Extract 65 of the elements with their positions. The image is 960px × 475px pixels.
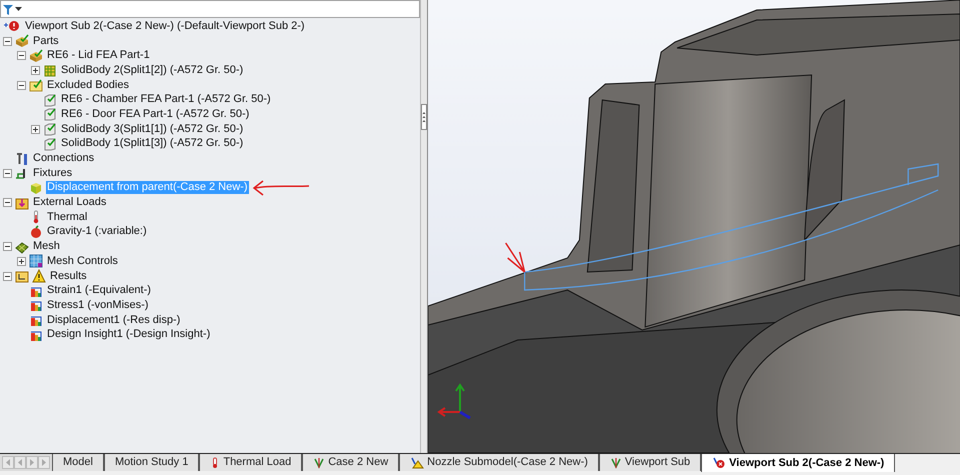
tree-item[interactable]: Displacement1 (-Res disp-) — [46, 314, 182, 327]
collapse-icon[interactable] — [3, 168, 12, 178]
apple-icon — [29, 224, 43, 239]
tree-item[interactable]: Connections — [32, 152, 96, 166]
filter-icon[interactable] — [3, 4, 13, 14]
cube-icon — [29, 180, 43, 195]
expand-icon[interactable] — [31, 124, 40, 134]
body-icon — [43, 107, 57, 122]
tree-item[interactable]: Gravity-1 (:variable:) — [46, 225, 148, 238]
study-tab[interactable]: Case 2 New — [302, 454, 400, 471]
study-tab[interactable]: Nozzle Submodel(-Case 2 New-) — [399, 454, 599, 471]
study-tab[interactable]: Motion Study 1 — [104, 454, 200, 471]
collapse-icon[interactable] — [17, 80, 26, 90]
tree-item[interactable]: SolidBody 2(Split1[2]) (-A572 Gr. 50-) — [60, 64, 244, 77]
caret-icon[interactable] — [15, 6, 22, 12]
tree-item[interactable]: SolidBody 3(Split1[1]) (-A572 Gr. 50-) — [60, 122, 244, 136]
collapse-icon[interactable] — [3, 36, 12, 46]
tree-item[interactable]: Mesh — [32, 240, 61, 254]
tree-item[interactable]: External Loads — [32, 196, 108, 210]
study-tab[interactable]: Viewport Sub 2(-Case 2 New-) — [701, 454, 896, 472]
connections-icon — [15, 152, 29, 166]
tree-item[interactable]: Excluded Bodies — [46, 78, 130, 92]
tree-item[interactable]: Design Insight1 (-Design Insight-) — [46, 328, 212, 342]
expand-icon[interactable] — [31, 66, 40, 75]
mesh-controls-icon — [29, 254, 43, 268]
annotation-arrow — [250, 180, 311, 196]
annotation-arrow — [504, 242, 526, 273]
tree-item[interactable]: SolidBody 1(Split1[3]) (-A572 Gr. 50-) — [60, 137, 244, 150]
study-error-icon — [3, 19, 21, 34]
warning-icon — [32, 269, 46, 284]
splitter-handle-icon[interactable] — [421, 104, 427, 130]
collapse-icon[interactable] — [17, 51, 26, 60]
body-icon — [43, 136, 57, 151]
body-icon — [43, 122, 57, 136]
expand-icon[interactable] — [17, 256, 26, 266]
tree-item[interactable]: Parts — [32, 34, 60, 48]
collapse-icon[interactable] — [3, 242, 12, 252]
loads-icon — [15, 196, 29, 210]
study-error-icon — [712, 457, 726, 469]
tree-item[interactable]: Thermal — [46, 210, 88, 224]
tree-item[interactable]: Fixtures — [32, 166, 74, 180]
study-tab[interactable]: Model — [52, 454, 104, 471]
study-icon — [313, 456, 326, 468]
tree-root[interactable]: Viewport Sub 2(-Case 2 New-) (-Default-Viewport Sub 2-) — [24, 18, 306, 35]
study-warning-icon — [410, 456, 424, 468]
tree-item[interactable]: RE6 - Chamber FEA Part-1 (-A572 Gr. 50-) — [60, 93, 272, 106]
tree-item[interactable]: Stress1 (-vonMises-) — [46, 298, 150, 312]
tree-item[interactable]: Mesh Controls — [46, 254, 119, 268]
body-icon — [43, 92, 57, 107]
study-tab[interactable]: Thermal Load — [199, 454, 302, 471]
parts-icon — [29, 48, 43, 63]
study-tab[interactable]: Viewport Sub — [598, 454, 702, 471]
tree-item[interactable]: RE6 - Lid FEA Part-1 — [46, 49, 151, 62]
body-icon — [43, 63, 57, 78]
collapse-icon[interactable] — [3, 272, 12, 281]
folder-icon — [29, 78, 43, 92]
tree-item[interactable]: Strain1 (-Equivalent-) — [46, 284, 152, 298]
parts-icon — [15, 34, 29, 48]
tree-item[interactable]: Results — [49, 270, 88, 283]
collapse-icon[interactable] — [3, 198, 12, 208]
study-icon — [610, 456, 622, 468]
results-folder-icon — [15, 269, 29, 284]
tree-item[interactable]: RE6 - Door FEA Part-1 (-A572 Gr. 50-) — [60, 108, 250, 121]
mesh-icon — [15, 240, 29, 254]
splitter[interactable] — [420, 0, 428, 453]
